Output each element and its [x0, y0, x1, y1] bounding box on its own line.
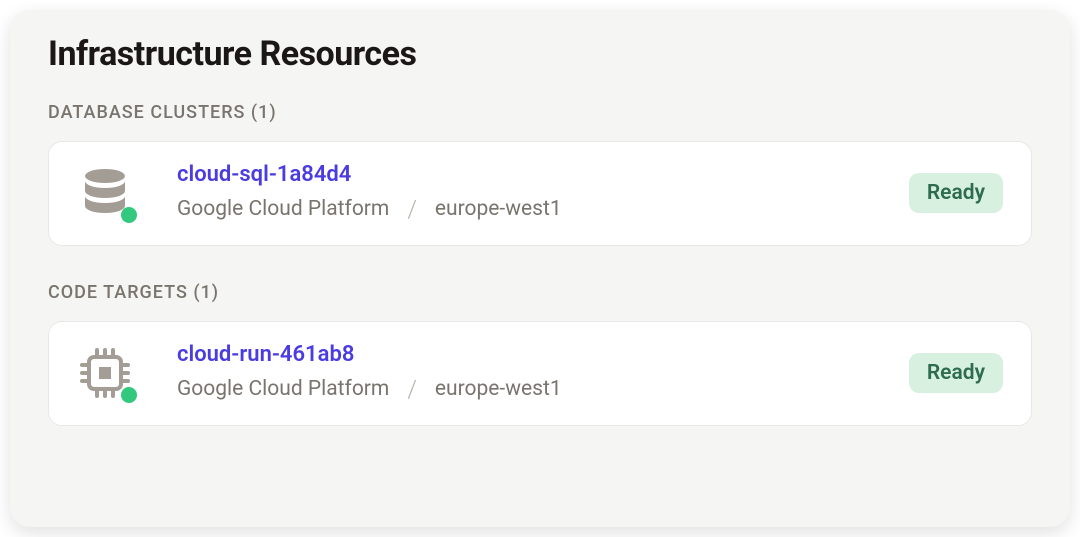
- resource-name-link[interactable]: cloud-sql-1a84d4: [177, 162, 909, 187]
- status-badge: Ready: [909, 173, 1003, 213]
- resource-info: cloud-run-461ab8 Google Cloud Platform /…: [177, 342, 909, 403]
- infrastructure-panel: Infrastructure Resources DATABASE CLUSTE…: [10, 10, 1070, 527]
- resource-provider: Google Cloud Platform: [177, 377, 389, 401]
- meta-separator: /: [407, 375, 417, 403]
- meta-separator: /: [407, 195, 417, 223]
- section-header-database-clusters: DATABASE CLUSTERS (1): [48, 102, 1032, 123]
- page-title: Infrastructure Resources: [48, 34, 1032, 74]
- resource-meta: Google Cloud Platform / europe-west1: [177, 195, 909, 223]
- resource-card-database[interactable]: cloud-sql-1a84d4 Google Cloud Platform /…: [48, 141, 1032, 246]
- resource-name-link[interactable]: cloud-run-461ab8: [177, 342, 909, 367]
- section-header-code-targets: CODE TARGETS (1): [48, 282, 1032, 303]
- status-dot-icon: [121, 207, 137, 223]
- resource-region: europe-west1: [435, 377, 562, 401]
- resource-region: europe-west1: [435, 197, 562, 221]
- resource-meta: Google Cloud Platform / europe-west1: [177, 375, 909, 403]
- resource-info: cloud-sql-1a84d4 Google Cloud Platform /…: [177, 162, 909, 223]
- status-badge: Ready: [909, 353, 1003, 393]
- resource-card-code-target[interactable]: cloud-run-461ab8 Google Cloud Platform /…: [48, 321, 1032, 426]
- cpu-icon-wrap: [77, 345, 133, 401]
- resource-provider: Google Cloud Platform: [177, 197, 389, 221]
- status-dot-icon: [121, 387, 137, 403]
- database-icon-wrap: [77, 165, 133, 221]
